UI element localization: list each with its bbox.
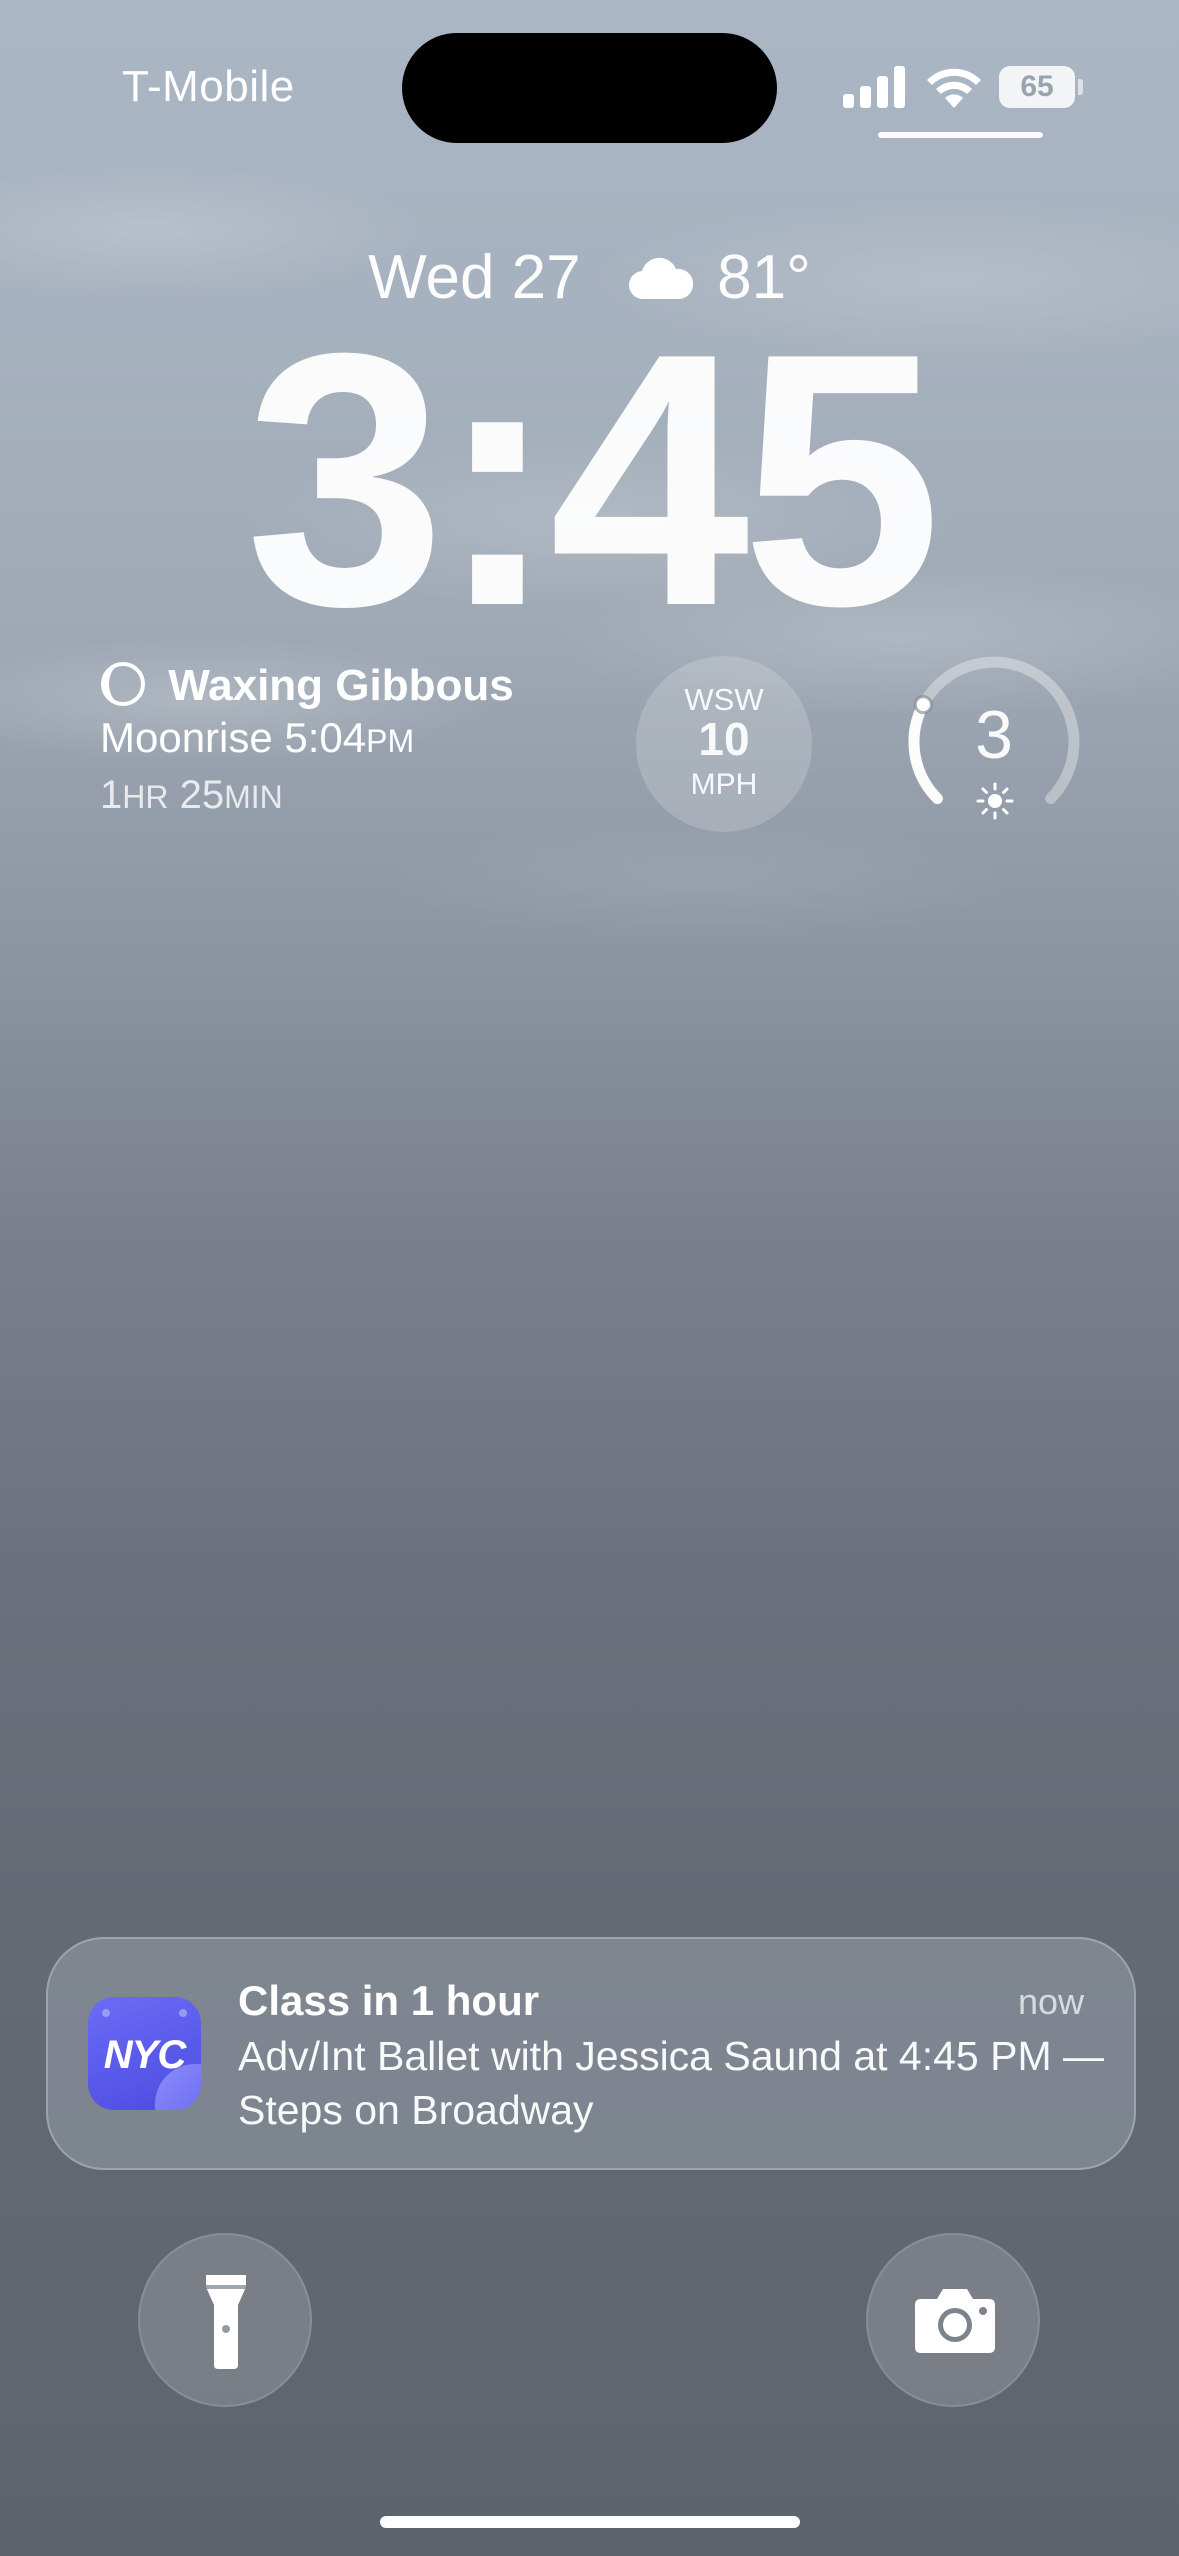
- moonrise-suffix: PM: [366, 723, 415, 759]
- app-icon-dot: [102, 2009, 110, 2017]
- flashlight-button[interactable]: [138, 2233, 312, 2407]
- moonrise-countdown: 1HR 25MIN: [100, 767, 620, 825]
- notification-title: Class in 1 hour: [238, 1977, 540, 2024]
- notification-card[interactable]: NYC Class in 1 hour now Adv/Int Ballet w…: [46, 1937, 1136, 2170]
- home-indicator[interactable]: [380, 2516, 800, 2528]
- dynamic-island: [402, 33, 777, 143]
- lock-screen-clock[interactable]: 3:45: [0, 300, 1179, 660]
- countdown-minutes: 25: [179, 773, 225, 817]
- moon-widget[interactable]: Waxing Gibbous Moonrise 5:04PM 1HR 25MIN: [100, 660, 620, 825]
- wind-unit: MPH: [690, 768, 758, 801]
- wifi-icon: [927, 68, 981, 108]
- battery-icon: 65: [999, 66, 1083, 108]
- wind-widget[interactable]: WSW 10 MPH: [636, 656, 812, 832]
- notification-body: Adv/Int Ballet with Jessica Saund at 4:4…: [238, 2033, 1104, 2133]
- focus-indicator: [878, 132, 1043, 138]
- camera-button[interactable]: [866, 2233, 1040, 2407]
- uv-index-value: 3: [975, 697, 1013, 773]
- moonrise-row: Moonrise 5:04PM: [100, 712, 620, 767]
- moon-phase-icon: [101, 662, 145, 706]
- sun-icon: [976, 782, 1014, 820]
- uv-index-widget[interactable]: 3: [904, 652, 1084, 832]
- cellular-signal-icon: [843, 66, 905, 108]
- notification-time: now: [1017, 1981, 1084, 2022]
- battery-level: 65: [999, 66, 1075, 108]
- app-icon-text: NYC: [103, 2033, 186, 2077]
- moonrise-label: Moonrise 5:04: [100, 714, 367, 761]
- carrier-name: T-Mobile: [122, 62, 295, 111]
- camera-icon: [915, 2289, 995, 2353]
- countdown-hours: 1: [100, 773, 123, 817]
- flashlight-icon: [206, 2275, 246, 2369]
- nyc-app-icon: NYC: [88, 1997, 201, 2110]
- battery-cap: [1078, 79, 1083, 95]
- moon-phase-row: Waxing Gibbous: [100, 660, 620, 712]
- moon-phase-label: Waxing Gibbous: [168, 661, 514, 710]
- app-icon-dot: [179, 2009, 187, 2017]
- countdown-hours-unit: HR: [122, 779, 169, 815]
- wind-speed: 10: [698, 713, 750, 765]
- countdown-minutes-unit: MIN: [224, 779, 283, 815]
